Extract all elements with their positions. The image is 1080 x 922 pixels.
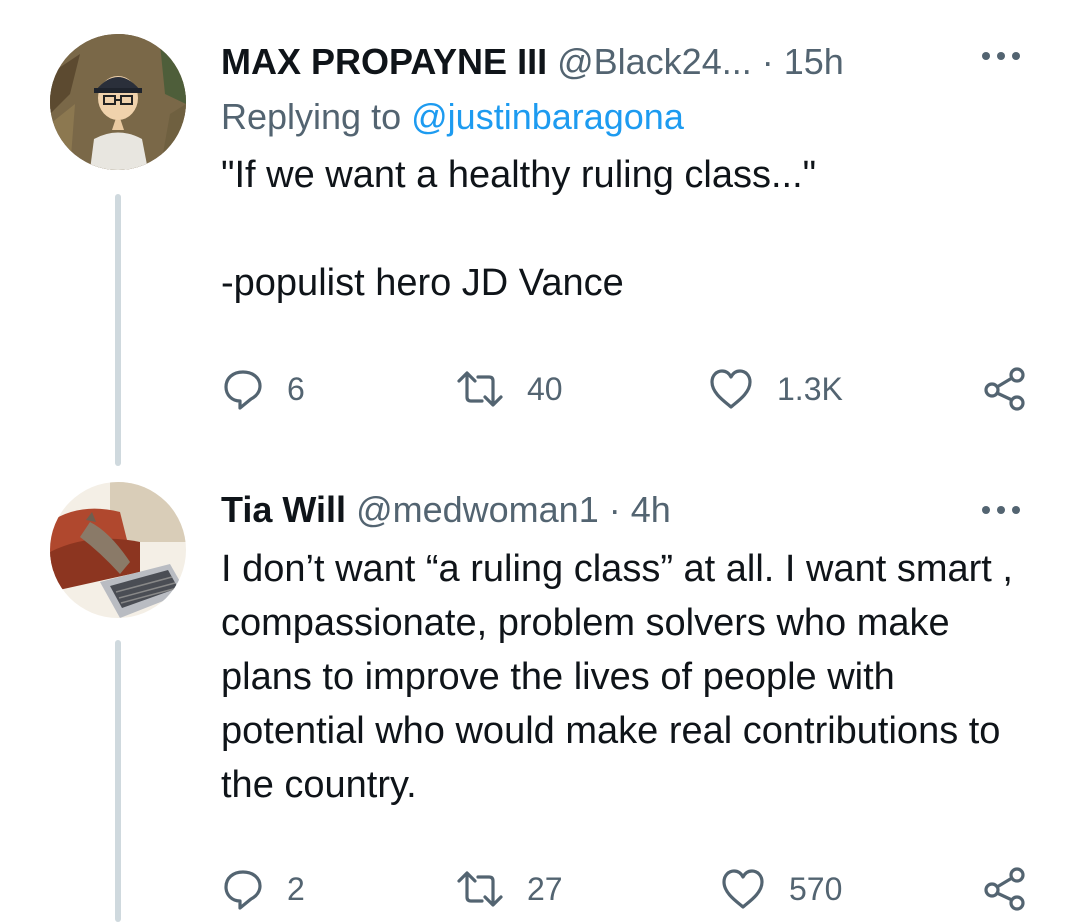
tweet-text: "If we want a healthy ruling class..." -…: [221, 154, 817, 304]
like-button[interactable]: 570: [719, 864, 842, 914]
share-button[interactable]: [983, 364, 1029, 414]
retweet-button[interactable]: 40: [455, 364, 563, 414]
reply-icon: [224, 370, 262, 410]
heart-icon: [722, 869, 764, 909]
tweet-actions: 6 40 1.3K: [221, 364, 1041, 414]
display-name[interactable]: MAX PROPAYNE III: [221, 41, 547, 82]
tweet-text: I don’t want “a ruling class” at all. I …: [221, 548, 1024, 806]
separator-dot: ·: [608, 489, 621, 530]
retweet-icon: [457, 371, 503, 407]
timestamp[interactable]: 15h: [784, 41, 844, 82]
tweet-header: Tia Will @medwoman1 · 4h: [221, 488, 1041, 532]
tweet-actions: 2 27 570: [221, 864, 1041, 914]
share-button[interactable]: [983, 864, 1029, 914]
retweet-count: 40: [527, 370, 563, 407]
timestamp[interactable]: 4h: [631, 489, 671, 530]
thread-line: [115, 640, 121, 922]
reply-icon: [224, 870, 262, 910]
avatar-image: [50, 34, 186, 170]
share-icon: [984, 867, 1025, 911]
share-icon: [984, 367, 1025, 411]
more-options-icon[interactable]: [978, 498, 1024, 522]
tweet-1[interactable]: MAX PROPAYNE III @Black24... · 15h Reply…: [0, 0, 1080, 470]
replying-to: Replying to @justinbaragona: [221, 92, 1041, 142]
reply-button[interactable]: 6: [221, 364, 305, 414]
retweet-icon: [457, 871, 503, 907]
avatar[interactable]: [50, 34, 186, 170]
user-handle[interactable]: @medwoman1: [356, 489, 599, 530]
like-count: 1.3K: [777, 370, 843, 407]
reply-button[interactable]: 2: [221, 864, 305, 914]
avatar[interactable]: [50, 482, 186, 618]
tweet-2[interactable]: Tia Will @medwoman1 · 4h I don’t want “a…: [0, 470, 1080, 922]
more-options-icon[interactable]: [978, 44, 1024, 68]
retweet-count: 27: [527, 870, 563, 907]
user-handle[interactable]: @Black24...: [557, 41, 752, 82]
tweet-content: MAX PROPAYNE III @Black24... · 15h Reply…: [221, 40, 1041, 310]
mention-link[interactable]: @justinbaragona: [411, 96, 684, 137]
display-name[interactable]: Tia Will: [221, 489, 346, 530]
heart-icon: [710, 369, 752, 409]
like-button[interactable]: 1.3K: [707, 364, 843, 414]
replying-to-label: Replying to: [221, 96, 402, 137]
retweet-button[interactable]: 27: [455, 864, 563, 914]
avatar-image: [50, 482, 186, 618]
tweet-header: MAX PROPAYNE III @Black24... · 15h: [221, 40, 1041, 84]
reply-count: 6: [287, 370, 305, 407]
thread-line: [115, 194, 121, 466]
tweet-content: Tia Will @medwoman1 · 4h I don’t want “a…: [221, 488, 1041, 812]
separator-dot: ·: [761, 41, 774, 82]
reply-count: 2: [287, 870, 305, 907]
like-count: 570: [789, 870, 843, 907]
